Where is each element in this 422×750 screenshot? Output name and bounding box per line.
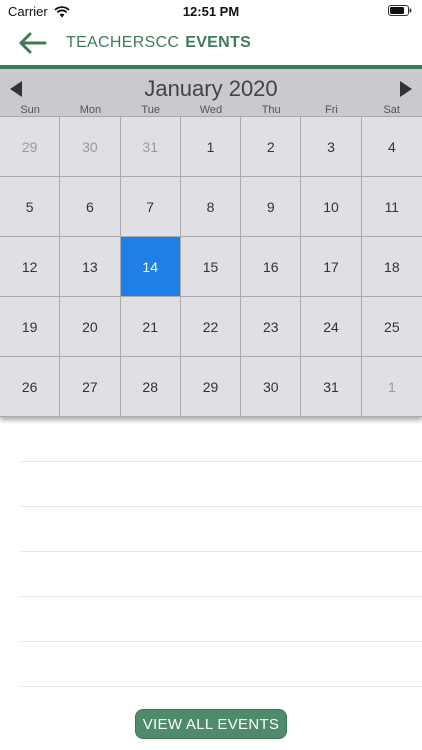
calendar-day[interactable]: 21 — [120, 297, 181, 357]
calendar-day[interactable]: 8 — [180, 177, 242, 237]
calendar-day[interactable]: 1 — [361, 357, 422, 417]
calendar-day[interactable]: 30 — [60, 117, 121, 177]
weekday-label: Mon — [79, 104, 102, 116]
events-screen: Carrier 12:51 PM TEACHERSCC EVENTS Janua… — [0, 0, 422, 750]
battery-icon — [388, 5, 412, 16]
calendar-day[interactable]: 6 — [60, 177, 121, 237]
calendar-day[interactable]: 7 — [120, 177, 181, 237]
calendar-day[interactable]: 22 — [180, 297, 242, 357]
calendar-day[interactable]: 31 — [120, 117, 181, 177]
page-title: TEACHERSCC EVENTS — [66, 34, 251, 52]
event-row — [20, 552, 422, 597]
calendar-day[interactable]: 15 — [180, 237, 242, 297]
weekday-label: Wed — [199, 104, 223, 116]
calendar-day[interactable]: 13 — [60, 237, 121, 297]
weekday-label: Thu — [261, 104, 281, 116]
calendar-day[interactable]: 29 — [180, 357, 242, 417]
calendar-day[interactable]: 26 — [0, 357, 61, 417]
org-name: TEACHERSCC — [66, 34, 180, 51]
month-calendar: January 2020 Sun Mon Tue Wed Thu Fri Sat… — [0, 69, 422, 417]
calendar-day[interactable]: 16 — [241, 237, 302, 297]
calendar-day[interactable]: 17 — [301, 237, 362, 297]
calendar-day[interactable]: 28 — [120, 357, 181, 417]
status-bar: Carrier 12:51 PM — [0, 0, 422, 22]
calendar-day[interactable]: 5 — [0, 177, 61, 237]
event-row — [20, 462, 422, 507]
event-row — [20, 642, 422, 687]
back-button[interactable] — [12, 28, 52, 58]
calendar-day[interactable]: 25 — [361, 297, 422, 357]
calendar-day[interactable]: 3 — [301, 117, 362, 177]
weekday-label: Sat — [383, 104, 400, 116]
calendar-grid: 29 30 31 1 2 3 4 5 6 7 8 9 10 11 12 13 14 15 16 17 18 19 20 21 2… — [0, 116, 422, 417]
calendar-day[interactable]: 2 — [241, 117, 302, 177]
status-time: 12:51 PM — [182, 4, 240, 19]
calendar-day[interactable]: 31 — [301, 357, 362, 417]
month-label: January 2020 — [144, 76, 278, 101]
calendar-day[interactable]: 9 — [241, 177, 302, 237]
next-month-button[interactable] — [394, 78, 418, 100]
calendar-day[interactable]: 30 — [241, 357, 302, 417]
calendar-day[interactable]: 12 — [0, 237, 61, 297]
calendar-day[interactable]: 10 — [301, 177, 362, 237]
event-list — [20, 417, 422, 687]
calendar-day[interactable]: 27 — [60, 357, 121, 417]
view-all-events-button[interactable]: VIEW ALL EVENTS — [135, 709, 287, 739]
weekday-row: Sun Mon Tue Wed Thu Fri Sat — [0, 104, 422, 116]
calendar-header: January 2020 Sun Mon Tue Wed Thu Fri Sat — [0, 69, 422, 116]
app-header: TEACHERSCC EVENTS — [0, 22, 422, 64]
weekday-label: Sun — [20, 104, 40, 116]
section-name: EVENTS — [185, 34, 252, 51]
event-row — [20, 507, 422, 552]
calendar-day[interactable]: 18 — [361, 237, 422, 297]
calendar-day[interactable]: 19 — [0, 297, 61, 357]
calendar-day[interactable]: 4 — [361, 117, 422, 177]
back-arrow-icon — [19, 32, 47, 54]
weekday-label: Tue — [141, 104, 160, 116]
triangle-right-icon — [400, 81, 412, 97]
calendar-day[interactable]: 11 — [361, 177, 422, 237]
weekday-label: Fri — [325, 104, 338, 116]
event-row — [20, 417, 422, 462]
calendar-day-selected[interactable]: 14 — [120, 237, 181, 297]
calendar-day[interactable]: 1 — [180, 117, 242, 177]
calendar-day[interactable]: 20 — [60, 297, 121, 357]
calendar-day[interactable]: 24 — [301, 297, 362, 357]
calendar-day[interactable]: 23 — [241, 297, 302, 357]
event-row — [20, 597, 422, 642]
calendar-day[interactable]: 29 — [0, 117, 61, 177]
